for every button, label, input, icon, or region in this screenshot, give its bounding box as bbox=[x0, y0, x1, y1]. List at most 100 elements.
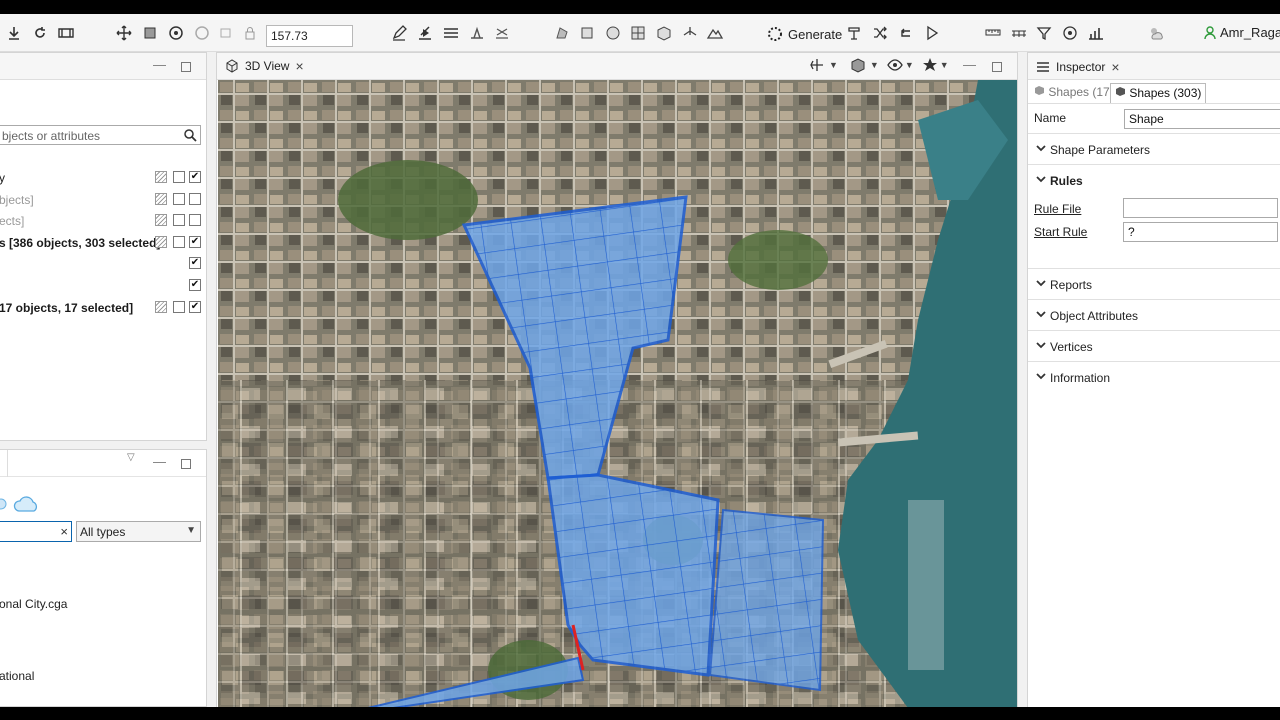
tab-shapes-17[interactable]: Shapes (17) bbox=[1030, 83, 1118, 103]
street-edit-icon[interactable] bbox=[492, 24, 512, 42]
view-settings-icon[interactable] bbox=[850, 57, 868, 73]
scene-layer-row[interactable]: bjects] bbox=[0, 190, 205, 210]
scene-layer-row[interactable]: s [386 objects, 303 selected] ✔ bbox=[0, 233, 205, 253]
street-draw-icon[interactable] bbox=[415, 24, 435, 42]
rule-file-link[interactable]: Rule File bbox=[1034, 202, 1081, 216]
layer-visible-checkbox[interactable]: ✔ bbox=[189, 257, 201, 269]
3d-viewport[interactable] bbox=[218, 80, 1017, 707]
frame-icon[interactable] bbox=[56, 24, 76, 42]
scene-layer-row[interactable]: 17 objects, 17 selected] ✔ bbox=[0, 298, 205, 318]
navigator-search-input[interactable]: × bbox=[0, 521, 72, 542]
rule-file-field[interactable] bbox=[1123, 198, 1278, 218]
layer-visible-checkbox[interactable]: ✔ bbox=[189, 236, 201, 248]
scene-layer-row[interactable]: ✔ bbox=[0, 254, 205, 274]
filter-icon[interactable] bbox=[1034, 24, 1054, 42]
close-icon[interactable]: × bbox=[295, 58, 303, 74]
pencil-tool-icon[interactable] bbox=[389, 24, 409, 42]
chevron-down-icon[interactable]: ▼ bbox=[905, 60, 914, 70]
maximize-icon[interactable] bbox=[992, 62, 1002, 72]
reset-icon[interactable] bbox=[896, 24, 916, 42]
bridge-icon[interactable] bbox=[1009, 24, 1029, 42]
layer-lock-checkbox[interactable] bbox=[173, 236, 185, 248]
scene-layer-row[interactable]: y✔ bbox=[0, 168, 205, 188]
bookmark-eye-icon[interactable] bbox=[887, 57, 903, 73]
section-information[interactable]: Information bbox=[1028, 361, 1280, 392]
star-icon[interactable] bbox=[922, 57, 938, 73]
rule-tool-icon[interactable] bbox=[844, 24, 864, 42]
camera-nav-icon[interactable] bbox=[809, 57, 827, 73]
street-tool-icon[interactable] bbox=[467, 24, 487, 42]
extrude-tool-icon[interactable] bbox=[680, 24, 700, 42]
align-tool-icon[interactable] bbox=[216, 24, 236, 42]
start-rule-link[interactable]: Start Rule bbox=[1034, 225, 1087, 239]
search-icon[interactable] bbox=[183, 128, 197, 142]
section-title[interactable]: Rules bbox=[1050, 174, 1083, 188]
navigator-item[interactable]: onal City.cga bbox=[0, 597, 67, 611]
layer-color-swatch[interactable] bbox=[155, 171, 167, 183]
tab-shapes-303[interactable]: Shapes (303) bbox=[1110, 83, 1207, 103]
chevron-down-icon[interactable] bbox=[1036, 174, 1046, 184]
play-icon[interactable] bbox=[922, 24, 942, 42]
layer-visible-checkbox[interactable]: ✔ bbox=[189, 171, 201, 183]
minimize-icon[interactable]: — bbox=[153, 454, 166, 469]
transform-tool-icon[interactable] bbox=[192, 24, 212, 42]
value-input[interactable] bbox=[266, 25, 353, 47]
terrain-tool-icon[interactable] bbox=[705, 24, 725, 42]
cloud-icon[interactable] bbox=[13, 494, 41, 514]
section-reports[interactable]: Reports bbox=[1028, 268, 1280, 299]
target-icon[interactable] bbox=[1060, 24, 1080, 42]
shuffle-icon[interactable] bbox=[870, 24, 890, 42]
tab-inspector[interactable]: Inspector × bbox=[1036, 59, 1120, 75]
weather-icon[interactable] bbox=[1146, 24, 1166, 42]
view-menu-icon[interactable]: ▽ bbox=[127, 452, 135, 463]
lock-icon[interactable] bbox=[240, 24, 260, 42]
circle-tool-icon[interactable] bbox=[603, 24, 623, 42]
redo-icon[interactable] bbox=[30, 24, 50, 42]
clear-icon[interactable]: × bbox=[60, 524, 68, 539]
navigator-item[interactable]: ational bbox=[0, 669, 34, 683]
type-filter-select[interactable]: All types ▼ bbox=[76, 521, 201, 542]
rotate-tool-icon[interactable] bbox=[166, 24, 186, 42]
layer-visible-checkbox[interactable] bbox=[189, 214, 201, 226]
maximize-icon[interactable] bbox=[181, 62, 191, 72]
scene-search-input[interactable]: bjects or attributes bbox=[0, 125, 201, 145]
section-vertices[interactable]: Vertices bbox=[1028, 330, 1280, 361]
polygon-tool-icon[interactable] bbox=[552, 24, 572, 42]
aerial-city-scene[interactable] bbox=[218, 80, 1017, 707]
layer-lock-checkbox[interactable] bbox=[173, 171, 185, 183]
section-shape-parameters[interactable]: Shape Parameters bbox=[1028, 133, 1280, 164]
chevron-down-icon[interactable]: ▼ bbox=[829, 60, 838, 70]
measure-icon[interactable] bbox=[983, 24, 1003, 42]
name-field[interactable] bbox=[1124, 109, 1280, 129]
rectangle-tool-icon[interactable] bbox=[577, 24, 597, 42]
scale-tool-icon[interactable] bbox=[140, 24, 160, 42]
start-rule-field[interactable] bbox=[1123, 222, 1278, 242]
maximize-icon[interactable] bbox=[181, 459, 191, 469]
texture-tool-icon[interactable] bbox=[654, 24, 674, 42]
chevron-down-icon[interactable]: ▼ bbox=[870, 60, 879, 70]
street-grid-icon[interactable] bbox=[441, 24, 461, 42]
user-account[interactable]: Amr_Ragab bbox=[1204, 25, 1280, 40]
layer-color-swatch[interactable] bbox=[155, 214, 167, 226]
section-object-attributes[interactable]: Object Attributes bbox=[1028, 299, 1280, 330]
scene-layer-row[interactable]: ects] bbox=[0, 211, 205, 231]
layer-lock-checkbox[interactable] bbox=[173, 214, 185, 226]
layer-visible-checkbox[interactable]: ✔ bbox=[189, 279, 201, 291]
minimize-icon[interactable]: — bbox=[153, 57, 166, 72]
chevron-down-icon[interactable]: ▼ bbox=[940, 60, 949, 70]
layer-lock-checkbox[interactable] bbox=[173, 301, 185, 313]
tab-3d-view[interactable]: 3D View × bbox=[225, 58, 304, 74]
generate-button[interactable]: Generate bbox=[767, 24, 842, 44]
layer-color-swatch[interactable] bbox=[155, 301, 167, 313]
scene-layer-row[interactable]: ✔ bbox=[0, 276, 205, 296]
layer-color-swatch[interactable] bbox=[155, 236, 167, 248]
move-tool-icon[interactable] bbox=[114, 24, 134, 42]
minimize-icon[interactable]: — bbox=[963, 57, 976, 72]
layer-lock-checkbox[interactable] bbox=[173, 193, 185, 205]
layer-color-swatch[interactable] bbox=[155, 193, 167, 205]
layer-visible-checkbox[interactable] bbox=[189, 193, 201, 205]
download-icon[interactable] bbox=[4, 24, 24, 42]
close-icon[interactable]: × bbox=[1111, 59, 1119, 75]
layer-visible-checkbox[interactable]: ✔ bbox=[189, 301, 201, 313]
split-tool-icon[interactable] bbox=[628, 24, 648, 42]
